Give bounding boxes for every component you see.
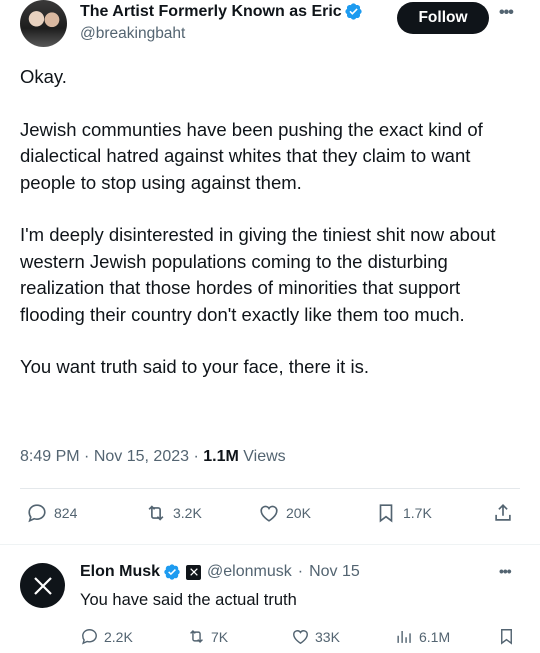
tweet-paragraph: I'm deeply disinterested in giving the t…	[20, 224, 496, 325]
divider	[20, 488, 520, 489]
share-icon	[495, 504, 511, 521]
tweet-date[interactable]: Nov 15, 2023	[94, 448, 189, 465]
reply-tweet[interactable]: Elon Musk @elonmusk · Nov 15 ••• You hav…	[0, 555, 540, 653]
reply-icon	[82, 629, 97, 645]
reply-avatar[interactable]	[20, 563, 65, 608]
reply-display-name[interactable]: Elon Musk	[80, 563, 160, 581]
author-handle[interactable]: @breakingbaht	[80, 25, 185, 43]
heart-icon	[293, 630, 308, 645]
reply-repost-button[interactable]: 7K	[187, 627, 228, 646]
author-avatar[interactable]	[20, 0, 67, 47]
views-count: 6.1M	[419, 628, 451, 645]
reply-like-button[interactable]: 33K	[291, 627, 340, 646]
reply-icon	[28, 504, 46, 523]
reply-count: 2.2K	[104, 628, 133, 645]
tweet-action-bar: 824 3.2K 20K 1.7K	[0, 502, 540, 538]
heart-icon	[260, 505, 278, 522]
divider	[0, 544, 540, 545]
meta-separator: ·	[297, 563, 304, 580]
repost-icon	[148, 505, 164, 521]
tweet-text: Okay. Jewish communties have been pushin…	[20, 64, 525, 407]
bookmark-icon	[501, 629, 512, 645]
meta-separator: ·	[84, 448, 90, 465]
reply-reply-button[interactable]: 2.2K	[80, 627, 133, 646]
more-options-icon[interactable]: •••	[499, 4, 514, 22]
repost-button[interactable]: 3.2K	[145, 502, 202, 524]
like-count: 20K	[286, 505, 311, 521]
bookmark-count: 1.7K	[403, 505, 432, 521]
reply-count: 824	[54, 505, 78, 521]
meta-separator: ·	[193, 448, 199, 465]
like-button[interactable]: 20K	[258, 502, 311, 524]
follow-button[interactable]: Follow	[397, 2, 489, 34]
like-count: 33K	[315, 628, 340, 645]
tweet-meta: 8:49 PM · Nov 15, 2023 · 1.1M Views	[20, 448, 286, 466]
reply-button[interactable]: 824	[26, 502, 77, 524]
bookmark-icon	[379, 504, 393, 523]
reply-handle[interactable]: @elonmusk	[207, 563, 292, 581]
tweet-header: The Artist Formerly Known as Eric @break…	[0, 0, 540, 56]
x-logo-icon	[33, 576, 52, 595]
bookmark-button[interactable]: 1.7K	[375, 502, 432, 524]
share-button[interactable]	[492, 502, 514, 524]
x-affiliate-badge-icon	[186, 564, 202, 580]
tweet-paragraph: Okay.	[20, 66, 67, 87]
reply-text: You have said the actual truth	[80, 591, 297, 609]
more-options-icon[interactable]: •••	[499, 563, 512, 579]
tweet-paragraph: Jewish communties have been pushing the …	[20, 118, 483, 193]
repost-count: 7K	[211, 628, 229, 645]
verified-badge-icon	[345, 3, 362, 20]
reply-bookmark-button[interactable]	[497, 627, 516, 646]
reply-action-bar: 2.2K 7K 33K 6.1M	[0, 627, 540, 651]
reply-date[interactable]: Nov 15	[309, 563, 360, 581]
reply-views-button[interactable]: 6.1M	[395, 627, 450, 646]
tweet-paragraph: You want truth said to your face, there …	[20, 356, 369, 377]
verified-badge-icon	[164, 564, 180, 580]
repost-icon	[190, 629, 203, 644]
views-label: Views	[243, 448, 286, 465]
reply-header: Elon Musk @elonmusk · Nov 15	[80, 563, 360, 581]
author-display-name[interactable]: The Artist Formerly Known as Eric	[80, 3, 342, 21]
tweet-time[interactable]: 8:49 PM	[20, 448, 80, 465]
views-count: 1.1M	[203, 448, 239, 465]
repost-count: 3.2K	[173, 505, 202, 521]
author-name-row: The Artist Formerly Known as Eric	[80, 2, 363, 21]
views-chart-icon	[397, 630, 411, 643]
